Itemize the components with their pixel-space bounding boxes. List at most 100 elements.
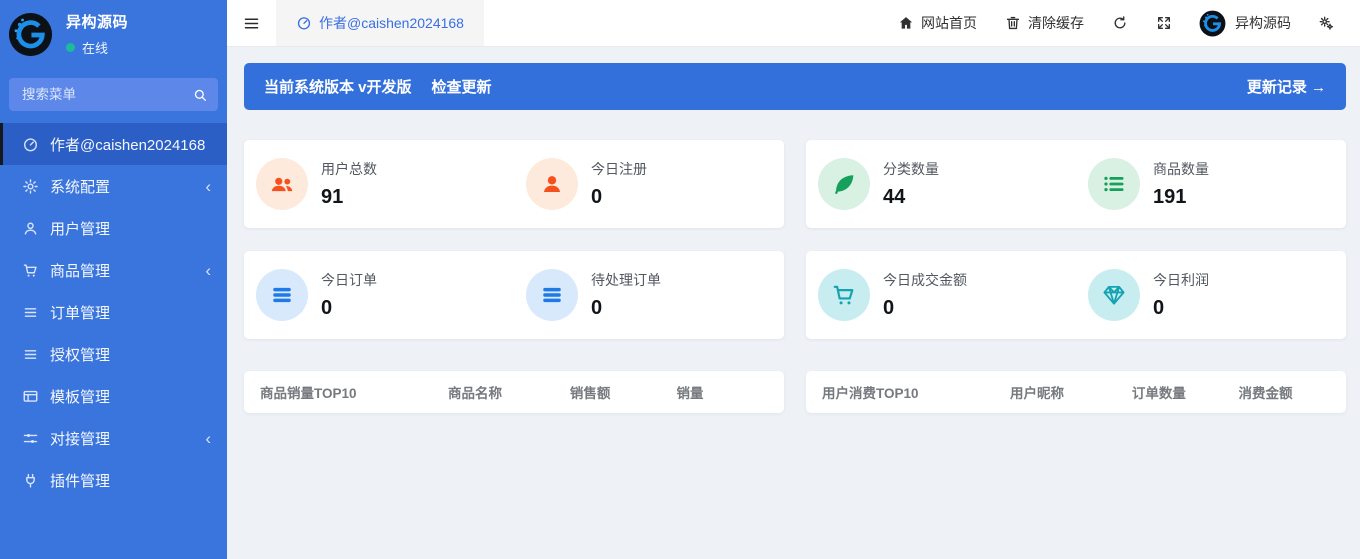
settings-gears-icon[interactable]: [1304, 0, 1348, 46]
diamond-icon: [1088, 269, 1140, 321]
sidebar-item-template[interactable]: 模板管理: [0, 375, 227, 417]
panel-column-header: 商品名称: [448, 382, 570, 402]
sidebar-item-label: 模板管理: [50, 386, 110, 407]
stat-label: 待处理订单: [591, 270, 661, 290]
sliders-icon: [22, 430, 39, 447]
chevron-left-icon: ‹: [205, 430, 211, 447]
topbar-clear-cache-button[interactable]: 清除缓存: [991, 0, 1098, 46]
topbar-right: 网站首页 清除缓存 异构源码: [884, 0, 1360, 46]
topbar-site-home-button[interactable]: 网站首页: [884, 0, 991, 46]
topbar-action-label: 网站首页: [921, 13, 977, 33]
dashboard-icon: [22, 136, 39, 153]
bars-icon: [526, 269, 578, 321]
sidebar-item-auth[interactable]: 授权管理: [0, 333, 227, 375]
stat-待处理订单: 待处理订单 0: [514, 251, 784, 339]
tab-author[interactable]: 作者@caishen2024168: [276, 0, 484, 46]
panel-column-header: 订单数量: [1132, 382, 1239, 402]
stat-label: 分类数量: [883, 159, 939, 179]
sidebar: 异构源码 在线 作者@caishen2024168 系统配置 ‹ 用户管理: [0, 0, 227, 559]
sidebar-item-author[interactable]: 作者@caishen2024168: [0, 123, 227, 165]
stat-value: 0: [591, 297, 661, 320]
sidebar-item-system[interactable]: 系统配置 ‹: [0, 165, 227, 207]
sidebar-item-plugins[interactable]: 插件管理: [0, 459, 227, 501]
panel-title: 用户消费TOP10: [822, 382, 1010, 402]
avatar: [1199, 10, 1226, 37]
stat-分类数量: 分类数量 44: [806, 140, 1076, 228]
stat-今日利润: 今日利润 0: [1076, 251, 1346, 339]
search-icon[interactable]: [186, 81, 214, 109]
cart-icon: [818, 269, 870, 321]
stat-label: 今日订单: [321, 270, 377, 290]
fullscreen-icon: [1156, 15, 1172, 31]
stat-商品数量: 商品数量 191: [1076, 140, 1346, 228]
stat-value: 0: [321, 297, 377, 320]
template-icon: [22, 388, 39, 405]
panel-top-users: 用户消费TOP10 用户昵称订单数量消费金额: [806, 371, 1346, 413]
stat-用户总数: 用户总数 91: [244, 140, 514, 228]
list-icon: [22, 346, 39, 363]
sidebar-item-label: 系统配置: [50, 176, 110, 197]
stat-value: 44: [883, 186, 939, 209]
hamburger-icon[interactable]: [227, 0, 276, 46]
topbar-refresh-button[interactable]: [1098, 0, 1142, 46]
gear-icon: [22, 178, 39, 195]
stat-value: 91: [321, 186, 377, 209]
update-log-link[interactable]: 更新记录 →: [1247, 76, 1326, 97]
check-update-link[interactable]: 检查更新: [432, 76, 492, 97]
refresh-icon: [1112, 15, 1128, 31]
sidebar-item-label: 商品管理: [50, 260, 110, 281]
stat-label: 今日成交金额: [883, 270, 967, 290]
panel-top-products: 商品销量TOP10 商品名称销售额销量: [244, 371, 784, 413]
topbar-fullscreen-button[interactable]: [1142, 0, 1186, 46]
sidebar-item-connect[interactable]: 对接管理 ‹: [0, 417, 227, 459]
sidebar-item-goods[interactable]: 商品管理 ‹: [0, 249, 227, 291]
panel-column-header: 用户昵称: [1010, 382, 1132, 402]
stat-value: 0: [591, 186, 647, 209]
trash-icon: [1005, 15, 1021, 31]
user-name: 异构源码: [1235, 13, 1291, 33]
version-label: 当前系统版本 v开发版: [264, 76, 412, 97]
stat-今日订单: 今日订单 0: [244, 251, 514, 339]
panel-column-header: 消费金额: [1239, 382, 1330, 402]
online-dot-icon: [66, 43, 75, 52]
sidebar-item-label: 对接管理: [50, 428, 110, 449]
sidebar-item-label: 订单管理: [50, 302, 110, 323]
leaf-icon: [818, 158, 870, 210]
menu-search: [9, 78, 218, 111]
stat-value: 191: [1153, 186, 1209, 209]
sidebar-item-label: 授权管理: [50, 344, 110, 365]
panel-column-header: 销售额: [570, 382, 677, 402]
online-status: 在线: [66, 38, 128, 57]
stat-card: 分类数量 44 商品数量 191: [806, 140, 1346, 228]
home-icon: [898, 15, 914, 31]
stat-card: 今日成交金额 0 今日利润 0: [806, 251, 1346, 339]
topbar-actions: 网站首页 清除缓存: [884, 0, 1186, 46]
stat-label: 用户总数: [321, 159, 377, 179]
sidebar-item-label: 插件管理: [50, 470, 110, 491]
topbar: 作者@caishen2024168 网站首页 清除缓存 异构源码: [227, 0, 1360, 47]
content: 当前系统版本 v开发版 检查更新 更新记录 → 用户总数 91 今日注册 0: [227, 47, 1360, 559]
menu-search-input[interactable]: [20, 86, 186, 103]
bars-icon: [256, 269, 308, 321]
online-status-label: 在线: [82, 38, 108, 57]
sidebar-item-orders[interactable]: 订单管理: [0, 291, 227, 333]
stats-grid: 用户总数 91 今日注册 0 分类数量 44: [244, 140, 1346, 339]
panel-title: 商品销量TOP10: [260, 382, 448, 402]
sidebar-item-label: 作者@caishen2024168: [50, 134, 205, 155]
app-window: 异构源码 在线 作者@caishen2024168 系统配置 ‹ 用户管理: [0, 0, 1360, 559]
users-icon: [256, 158, 308, 210]
list-icon: [22, 304, 39, 321]
stat-今日注册: 今日注册 0: [514, 140, 784, 228]
list-check-icon: [1088, 158, 1140, 210]
stat-value: 0: [883, 297, 967, 320]
stat-value: 0: [1153, 297, 1209, 320]
brand-logo-icon: [8, 12, 53, 57]
stat-label: 今日利润: [1153, 270, 1209, 290]
sidebar-menu: 作者@caishen2024168 系统配置 ‹ 用户管理 商品管理 ‹ 订单管…: [0, 123, 227, 559]
stat-label: 商品数量: [1153, 159, 1209, 179]
stat-今日成交金额: 今日成交金额 0: [806, 251, 1076, 339]
user-menu[interactable]: 异构源码: [1186, 0, 1304, 46]
sidebar-item-users[interactable]: 用户管理: [0, 207, 227, 249]
panels: 商品销量TOP10 商品名称销售额销量 用户消费TOP10 用户昵称订单数量消费…: [244, 371, 1346, 413]
brand-title: 异构源码: [66, 11, 128, 32]
